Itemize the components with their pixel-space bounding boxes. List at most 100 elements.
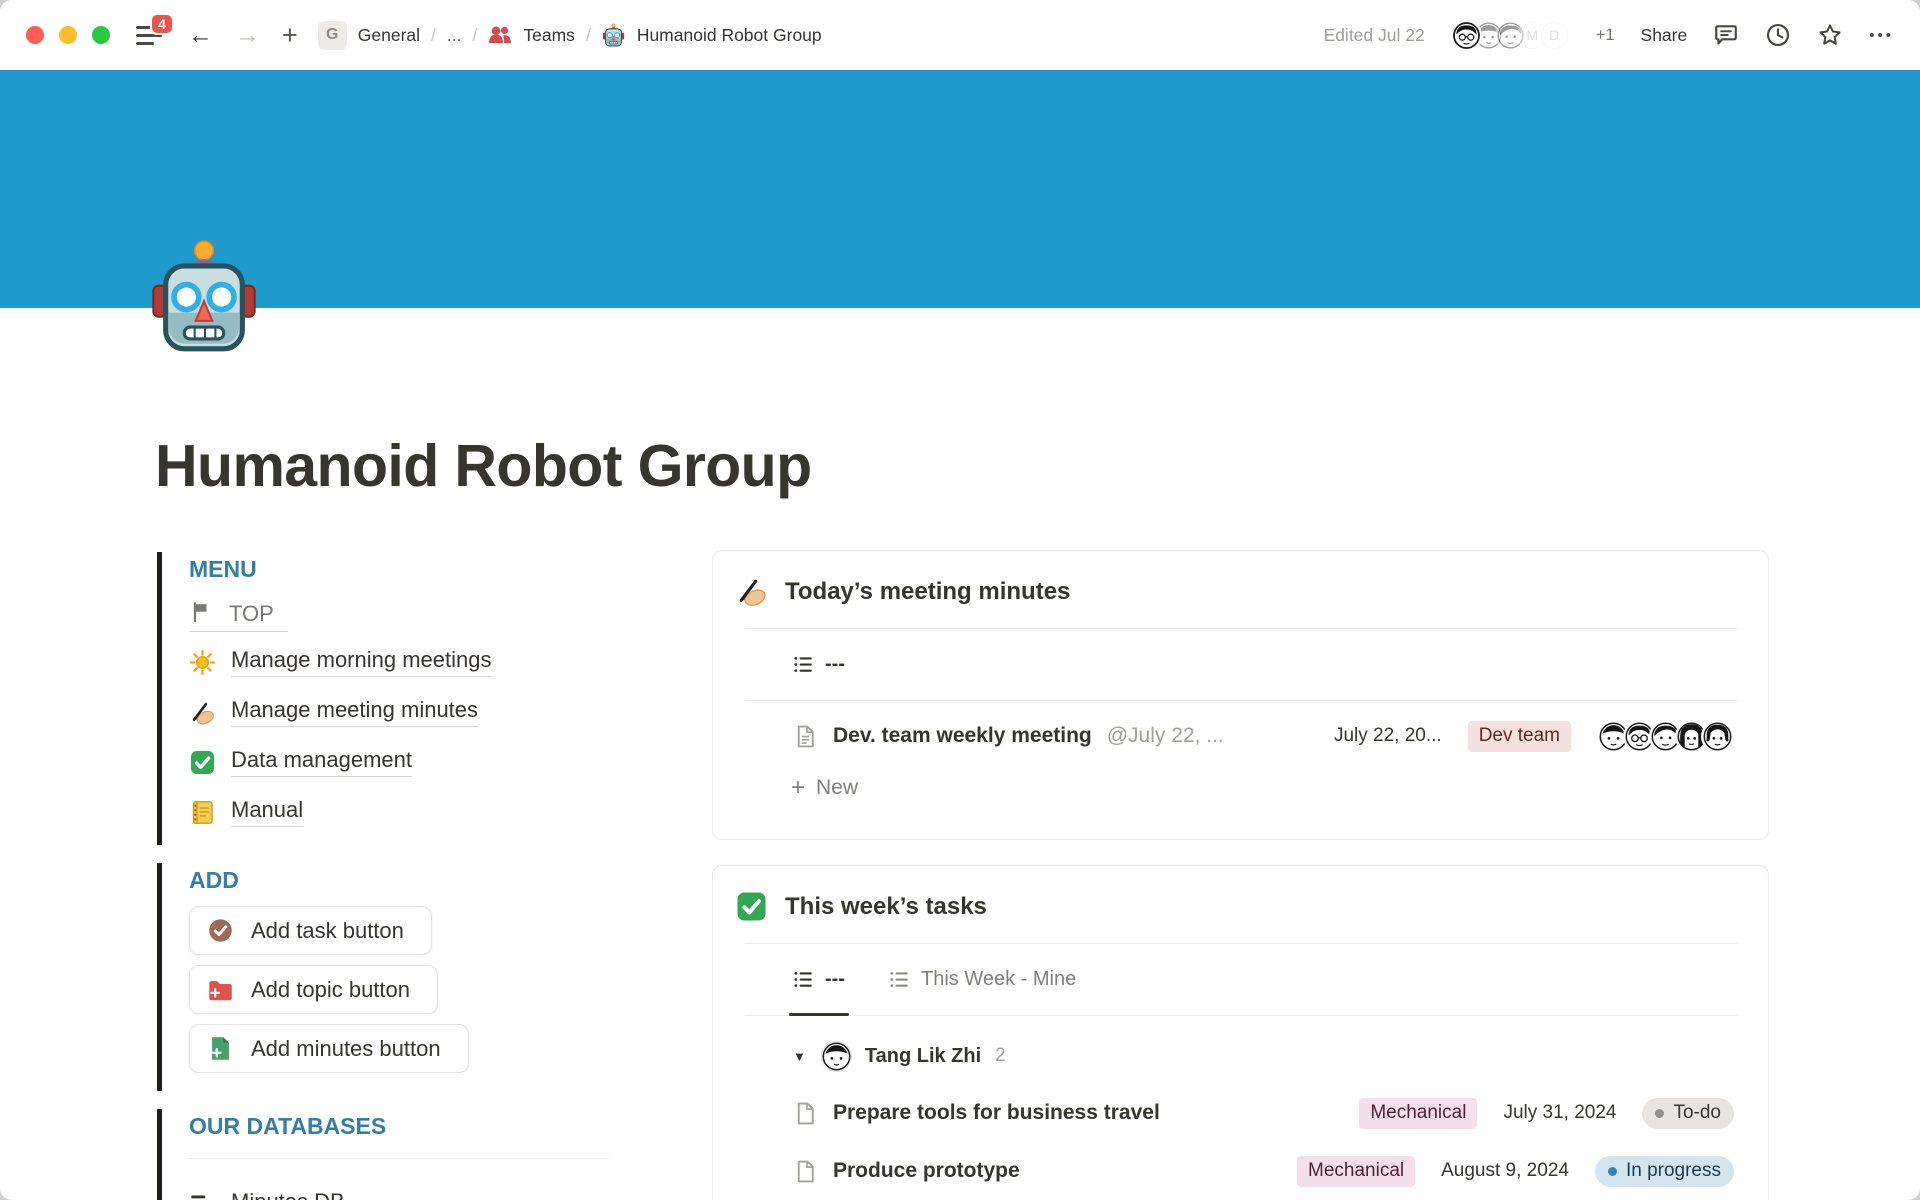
- weekly-tasks-card: This week’s tasks --- This Week - Mine ▼…: [712, 865, 1769, 1200]
- view-tabs: --- This Week - Mine: [745, 944, 1738, 1016]
- add-task-button[interactable]: Add task button: [189, 906, 432, 955]
- view-tab-default[interactable]: ---: [793, 944, 845, 1015]
- page-title[interactable]: Humanoid Robot Group: [155, 432, 812, 500]
- notebook-icon: [189, 799, 216, 826]
- status-badge: In progress: [1595, 1156, 1734, 1187]
- add-section: ADD Add task button Add topic button Add…: [157, 863, 632, 1091]
- task-due-date: July 31, 2024: [1503, 1102, 1616, 1124]
- more-options-icon[interactable]: •••: [1869, 27, 1894, 44]
- close-window-button[interactable]: [26, 26, 44, 44]
- menu-item-label: Data management: [231, 747, 412, 777]
- zoom-window-button[interactable]: [92, 26, 110, 44]
- task-row[interactable]: Prepare tools for business travel Mechan…: [713, 1084, 1768, 1142]
- flag-icon: [189, 600, 216, 627]
- group-task-count: 2: [995, 1045, 1006, 1067]
- add-minutes-button[interactable]: Add minutes button: [189, 1024, 469, 1073]
- view-tabs: ---: [745, 629, 1738, 701]
- meeting-date: July 22, 20...: [1334, 725, 1442, 747]
- sidebar-toggle-icon[interactable]: 4: [136, 22, 166, 48]
- menu-item-meeting-minutes[interactable]: Manage meeting minutes: [189, 687, 632, 737]
- add-heading: ADD: [189, 867, 632, 894]
- teams-icon: [488, 23, 512, 47]
- category-tag: Mechanical: [1297, 1156, 1415, 1187]
- status-dot-icon: [1655, 1109, 1664, 1118]
- page-doc-icon: [793, 1101, 818, 1126]
- sun-icon: [189, 649, 216, 676]
- menu-item-top[interactable]: TOP: [189, 595, 632, 637]
- breadcrumb-separator: /: [473, 25, 478, 46]
- notification-badge: 4: [150, 13, 174, 35]
- new-label: New: [816, 776, 858, 800]
- traffic-lights: [26, 26, 110, 44]
- collapse-caret-icon[interactable]: ▼: [793, 1049, 806, 1064]
- menu-item-label: TOP: [229, 601, 274, 627]
- group-header-row[interactable]: ▼ Tang Lik Zhi 2: [713, 1028, 1768, 1084]
- share-button[interactable]: Share: [1641, 25, 1688, 46]
- menu-item-morning-meetings[interactable]: Manage morning meetings: [189, 637, 632, 687]
- assignee-avatar: [822, 1042, 851, 1071]
- favorite-star-icon[interactable]: [1817, 22, 1843, 48]
- new-row-button[interactable]: + New: [713, 765, 1768, 811]
- breadcrumb-general[interactable]: General: [358, 25, 420, 46]
- history-clock-icon[interactable]: [1765, 22, 1791, 48]
- databases-heading: OUR DATABASES: [189, 1113, 632, 1140]
- comments-icon[interactable]: [1713, 22, 1739, 48]
- status-badge: To-do: [1642, 1098, 1734, 1129]
- button-label: Add topic button: [251, 977, 410, 1003]
- view-tab-label: ---: [825, 968, 845, 991]
- view-tab-label: This Week - Mine: [921, 968, 1076, 991]
- task-row[interactable]: Produce prototype Mechanical August 9, 2…: [713, 1142, 1768, 1200]
- status-label: To-do: [1673, 1102, 1721, 1124]
- view-tab-default[interactable]: ---: [793, 629, 845, 700]
- menu-item-manual[interactable]: Manual: [189, 787, 632, 837]
- minimize-window-button[interactable]: [59, 26, 77, 44]
- menu-item-data-management[interactable]: Data management: [189, 737, 632, 787]
- list-view-icon: [889, 969, 910, 990]
- forward-button[interactable]: →: [235, 23, 260, 48]
- meeting-title: Dev. team weekly meeting: [833, 724, 1092, 748]
- breadcrumb-separator: /: [586, 25, 591, 46]
- menu-section: MENU TOP Manage morning meetings Manage …: [157, 552, 632, 845]
- card-header: Today’s meeting minutes: [713, 551, 1768, 608]
- new-page-button[interactable]: +: [282, 22, 298, 49]
- menu-item-label: Manage meeting minutes: [231, 697, 478, 727]
- view-tab-label: ---: [825, 653, 845, 676]
- add-topic-button[interactable]: Add topic button: [189, 965, 438, 1014]
- back-button[interactable]: ←: [188, 23, 213, 48]
- task-circle-check-icon: [207, 917, 234, 944]
- status-label: In progress: [1626, 1160, 1721, 1182]
- left-column: MENU TOP Manage morning meetings Manage …: [157, 552, 632, 1200]
- breadcrumb-ellipsis[interactable]: ...: [447, 25, 462, 46]
- green-check-icon: [735, 890, 768, 923]
- card-title: Today’s meeting minutes: [785, 578, 1070, 606]
- member-avatars[interactable]: M D: [1451, 20, 1570, 51]
- list-view-icon: [793, 654, 814, 675]
- page-doc-icon: [793, 724, 818, 749]
- database-item-label: Minutes DB: [231, 1189, 345, 1200]
- edited-timestamp[interactable]: Edited Jul 22: [1324, 25, 1425, 46]
- doc-plus-icon: [207, 1035, 234, 1062]
- breadcrumb-teams[interactable]: Teams: [523, 25, 575, 46]
- divider: [189, 1158, 609, 1159]
- task-title: Prepare tools for business travel: [833, 1101, 1160, 1125]
- workspace-badge[interactable]: G: [318, 21, 347, 50]
- robot-icon: [602, 23, 626, 47]
- list-view-icon: [793, 969, 814, 990]
- writing-hand-icon: [189, 699, 216, 726]
- writing-hand-icon: [735, 575, 768, 608]
- page-doc-icon: [793, 1159, 818, 1184]
- plus-icon: +: [791, 776, 805, 800]
- breadcrumb-current-page[interactable]: Humanoid Robot Group: [637, 25, 822, 46]
- meeting-member-avatars: [1597, 720, 1734, 753]
- topbar-actions: Edited Jul 22 M D +1 Share •••: [1324, 20, 1894, 51]
- database-item-minutes-db[interactable]: Minutes DB: [189, 1179, 632, 1200]
- avatar: [1451, 20, 1482, 51]
- avatar-letter: D: [1539, 20, 1570, 51]
- view-tab-this-week-mine[interactable]: This Week - Mine: [889, 944, 1076, 1015]
- more-members-count[interactable]: +1: [1596, 26, 1615, 45]
- page-robot-icon[interactable]: [152, 238, 256, 360]
- task-due-date: August 9, 2024: [1441, 1160, 1569, 1182]
- meeting-row[interactable]: Dev. team weekly meeting @July 22, ... J…: [713, 707, 1768, 765]
- menu-item-label: Manage morning meetings: [231, 647, 491, 677]
- assignee-name: Tang Lik Zhi: [865, 1045, 981, 1068]
